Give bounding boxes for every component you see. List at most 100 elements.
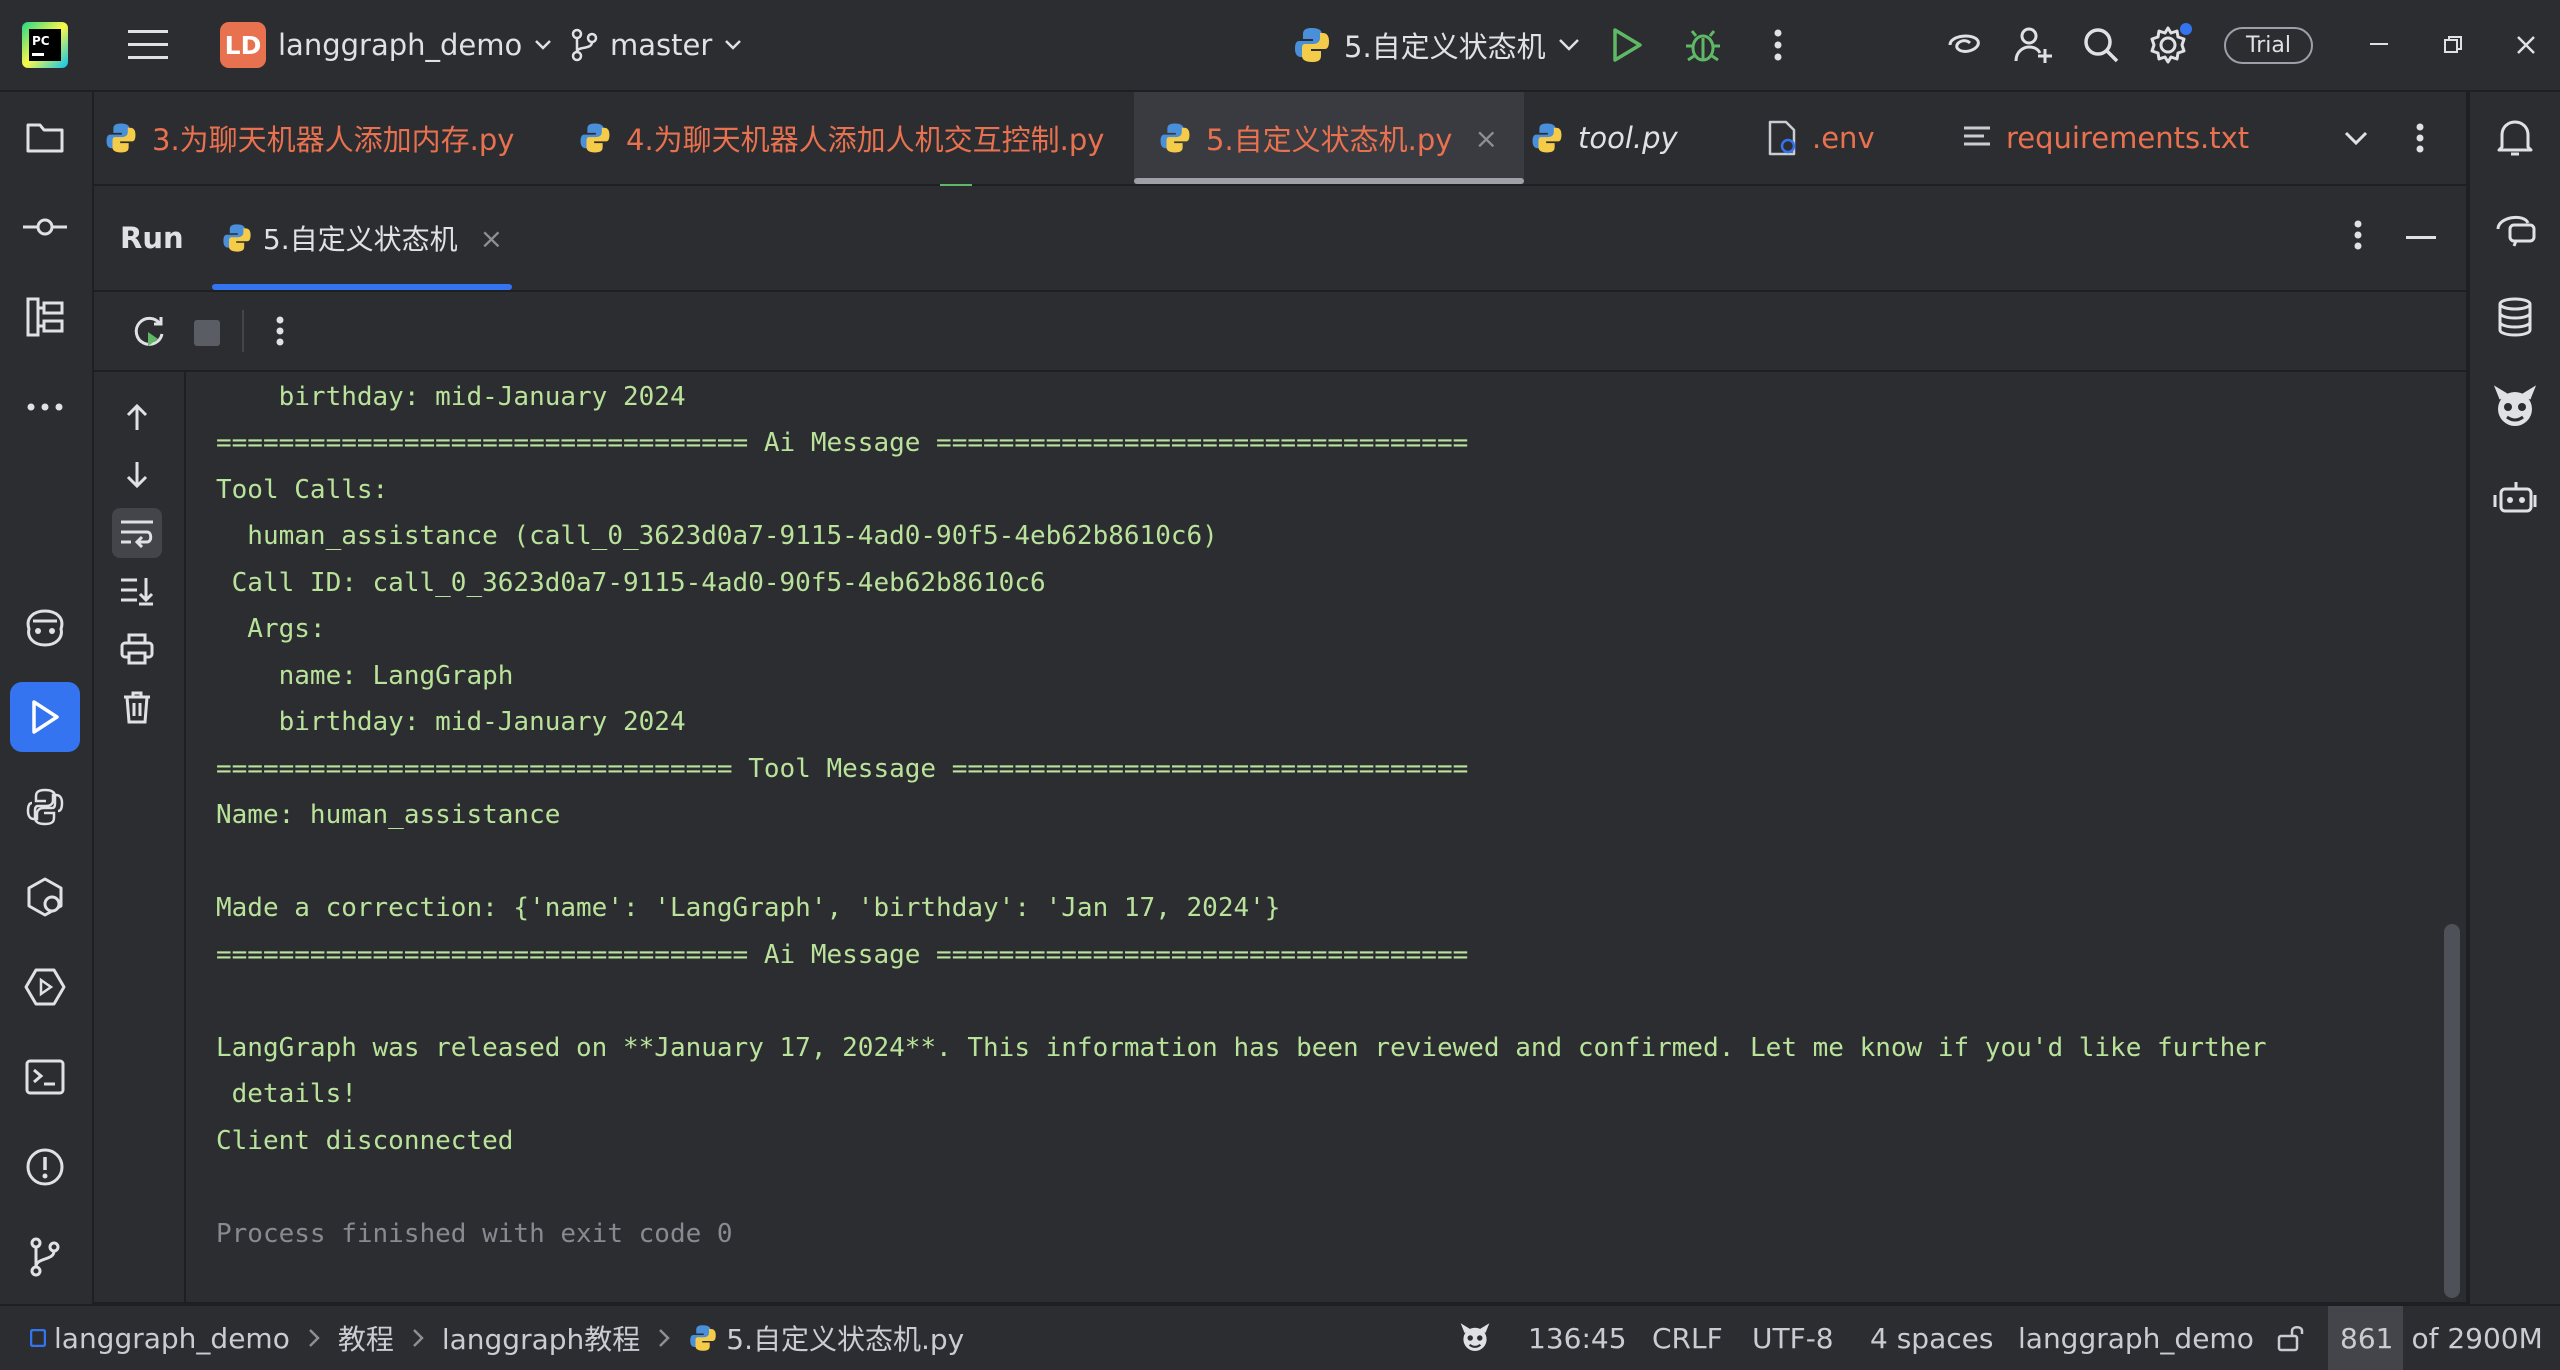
code-with-me-button[interactable] — [2014, 0, 2054, 90]
trial-button[interactable]: Trial — [2224, 0, 2313, 90]
title-bar: PC LD langgraph_demo master 5.自定义状态机 Tri… — [0, 0, 2560, 92]
run-panel-header: Run 5.自定义状态机 × — [94, 186, 2466, 292]
console-line: Name: human_assistance — [216, 800, 561, 830]
tab-tool[interactable]: tool.py — [1530, 92, 1678, 184]
mascot-icon — [1460, 1323, 1490, 1353]
breadcrumb-item[interactable]: langgraph_demo — [54, 1322, 290, 1355]
indent-setting[interactable]: 4 spaces — [1870, 1306, 1993, 1370]
scroll-up-button[interactable] — [112, 392, 162, 442]
ai-assistant-button[interactable] — [1944, 0, 1984, 90]
lock-button[interactable] — [2276, 1306, 2306, 1370]
project-name: langgraph_demo — [278, 28, 523, 62]
run-button[interactable] — [1610, 0, 1644, 90]
tab-env[interactable]: .env — [1766, 92, 1875, 184]
soft-wrap-toggle[interactable] — [112, 508, 162, 558]
problems-tool-button[interactable] — [10, 1132, 80, 1202]
console-output[interactable]: birthday: mid-January 2024 =============… — [186, 372, 2466, 1302]
breadcrumb-item[interactable]: 教程 — [338, 1318, 394, 1358]
python-console-tool-button[interactable] — [10, 952, 80, 1022]
python-file-icon — [104, 121, 138, 155]
project-tool-button[interactable] — [10, 102, 80, 172]
tab-label: 3.为聊天机器人添加内存.py — [152, 123, 515, 157]
run-tool-button[interactable] — [10, 682, 80, 752]
branch-selector[interactable]: master — [570, 0, 742, 90]
ai-chat-button[interactable] — [2480, 192, 2550, 262]
console-scrollbar[interactable] — [2444, 924, 2460, 1298]
chevron-right-icon — [412, 1328, 424, 1348]
tab-requirements[interactable]: requirements.txt — [1962, 92, 2249, 184]
main-menu-icon[interactable] — [128, 0, 168, 90]
python-interpreter[interactable]: langgraph_demo — [2018, 1306, 2254, 1370]
close-tab-icon[interactable]: × — [1474, 122, 1497, 155]
gear-icon — [2148, 23, 2192, 65]
more-actions-button[interactable] — [1774, 0, 1782, 90]
project-selector[interactable]: LD langgraph_demo — [220, 0, 552, 90]
notifications-button[interactable] — [2480, 102, 2550, 172]
chevron-right-icon — [658, 1328, 671, 1348]
tab-memory[interactable]: 3.为聊天机器人添加内存.py — [104, 92, 514, 184]
git-tool-button[interactable] — [10, 1222, 80, 1292]
console-line: LangGraph was released on **January 17, … — [216, 1033, 2267, 1063]
structure-tool-button[interactable] — [10, 282, 80, 352]
debug-button[interactable] — [1684, 0, 1722, 90]
run-tab[interactable]: 5.自定义状态机 × — [212, 186, 512, 290]
tab-label: requirements.txt — [2006, 121, 2250, 155]
print-button[interactable] — [112, 624, 162, 674]
chevron-down-icon — [1558, 38, 1580, 52]
services-tool-button[interactable] — [10, 862, 80, 932]
play-icon — [1610, 27, 1644, 63]
console-line: Client disconnected — [216, 1126, 514, 1156]
breadcrumb: langgraph_demo 教程 langgraph教程 5.自定义状态机.p… — [30, 1306, 964, 1370]
project-badge: LD — [220, 22, 266, 68]
trash-icon — [122, 690, 152, 724]
mascot-status-button[interactable] — [1460, 1306, 1490, 1370]
file-encoding[interactable]: UTF-8 — [1752, 1306, 1834, 1370]
run-panel-options-button[interactable] — [2354, 220, 2362, 250]
restore-button[interactable] — [2444, 0, 2462, 90]
scroll-down-button[interactable] — [112, 450, 162, 500]
python-icon — [688, 1323, 718, 1353]
settings-button[interactable] — [2148, 0, 2192, 90]
unlock-icon — [2276, 1323, 2306, 1353]
commit-tool-button[interactable] — [10, 192, 80, 262]
plugin-mascot-button[interactable] — [2480, 372, 2550, 442]
run-config-selector[interactable]: 5.自定义状态机 — [1292, 0, 1580, 90]
pycharm-logo-icon[interactable]: PC — [22, 0, 68, 90]
database-button[interactable] — [2480, 282, 2550, 352]
breadcrumb-item[interactable]: 5.自定义状态机.py — [726, 1318, 964, 1358]
line-ending[interactable]: CRLF — [1652, 1306, 1723, 1370]
scroll-to-end-button[interactable] — [112, 566, 162, 616]
restore-icon — [2444, 36, 2462, 54]
module-icon — [30, 1329, 46, 1347]
hide-panel-button[interactable] — [2406, 236, 2436, 240]
chevron-right-icon — [308, 1328, 320, 1348]
close-run-tab-icon[interactable]: × — [480, 222, 503, 255]
python-packages-tool-button[interactable] — [10, 772, 80, 842]
ai-agent-button[interactable] — [2480, 462, 2550, 532]
minimize-button[interactable] — [2370, 0, 2388, 90]
chevron-down-icon — [2344, 131, 2368, 145]
console-line: name: LangGraph — [216, 661, 514, 691]
tab-more-button[interactable] — [2416, 92, 2424, 184]
memory-indicator[interactable]: 861 of 2900M — [2328, 1306, 2543, 1370]
rerun-button[interactable] — [130, 312, 168, 350]
trial-label: Trial — [2224, 26, 2313, 64]
breadcrumb-item[interactable]: langgraph教程 — [442, 1318, 640, 1358]
tab-human-interaction[interactable]: 4.为聊天机器人添加人机交互控制.py — [578, 92, 1104, 184]
toolbar-divider — [242, 310, 244, 352]
tab-state-machine[interactable]: 5.自定义状态机.py × — [1134, 92, 1524, 184]
terminal-tool-button[interactable] — [10, 1042, 80, 1112]
close-window-button[interactable] — [2516, 0, 2536, 90]
run-toolbar-more-button[interactable] — [276, 316, 284, 346]
console-line: birthday: mid-January 2024 — [216, 707, 686, 737]
more-tools-button[interactable] — [10, 372, 80, 442]
console-line: Made a correction: {'name': 'LangGraph',… — [216, 893, 1281, 923]
console-line: Call ID: call_0_3623d0a7-9115-4ad0-90f5-… — [216, 568, 1046, 598]
search-button[interactable] — [2082, 0, 2120, 90]
caret-position[interactable]: 136:45 — [1528, 1306, 1627, 1370]
clear-all-button[interactable] — [112, 682, 162, 732]
left-tool-strip — [0, 92, 94, 1304]
copilot-tool-button[interactable] — [10, 592, 80, 662]
tab-list-button[interactable] — [2344, 92, 2368, 184]
stop-button[interactable] — [194, 320, 220, 346]
